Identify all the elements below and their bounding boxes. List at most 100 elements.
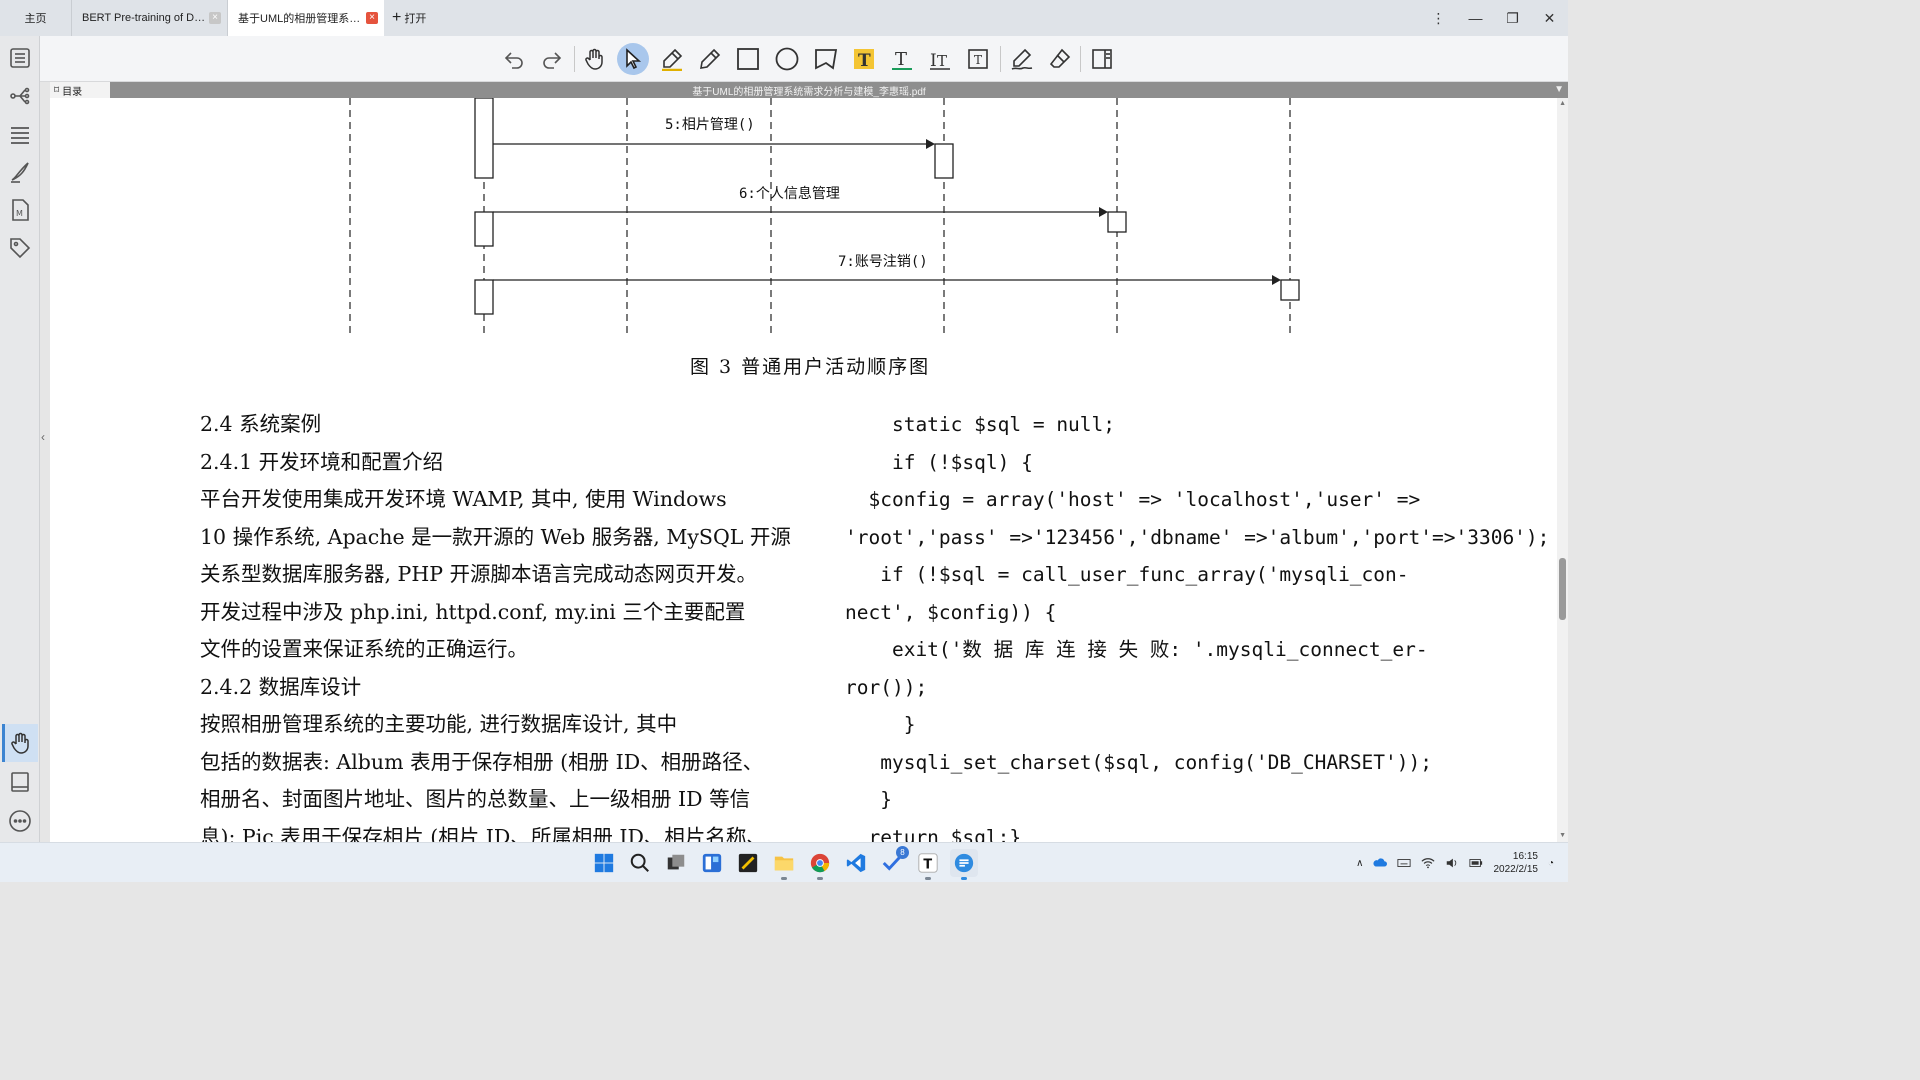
select-tool-icon[interactable]	[617, 43, 649, 75]
close-icon[interactable]: ×	[209, 12, 221, 24]
toc-button[interactable]: ⌑ 目录	[50, 82, 110, 98]
svg-text:T: T	[858, 51, 871, 71]
paragraph-line: 息); Pic 表用于保存相片 (相片 ID、所属相册 ID、相片名称、	[200, 824, 767, 843]
rectangle-icon[interactable]	[732, 43, 764, 75]
book-icon[interactable]	[8, 770, 32, 794]
outline-icon[interactable]	[8, 46, 32, 70]
close-icon[interactable]: ×	[366, 12, 378, 24]
code-line: static $sql = null;	[845, 413, 1116, 436]
more-icon[interactable]	[8, 809, 32, 833]
section-heading: 2.4 系统案例	[200, 412, 322, 436]
scroll-up-icon[interactable]: ▲	[1559, 100, 1566, 107]
toolbar-separator	[1080, 46, 1081, 72]
paragraph-line: 关系型数据库服务器, PHP 开源脚本语言完成动态网页开发。	[200, 562, 758, 586]
toolbar-separator	[574, 46, 575, 72]
running-indicator	[817, 877, 823, 880]
todo-icon[interactable]: 8	[878, 846, 909, 877]
close-window-icon[interactable]: ✕	[1531, 0, 1568, 36]
code-line: 'root','pass' =>'123456','dbname' =>'alb…	[845, 525, 1550, 549]
figure-caption: 图 3 普通用户活动顺序图	[690, 356, 931, 378]
paragraph-line: 10 操作系统, Apache 是一款开源的 Web 服务器, MySQL 开源	[200, 524, 791, 549]
message-label: 5:相片管理()	[665, 117, 755, 133]
tab-home-label: 主页	[24, 13, 47, 25]
toc-label: 目录	[62, 86, 83, 98]
onedrive-icon[interactable]	[1373, 856, 1388, 870]
text-strike-icon[interactable]: IT	[924, 43, 956, 75]
file-explorer-icon[interactable]	[770, 849, 798, 880]
text-underline-icon[interactable]: T	[886, 43, 918, 75]
hand-icon[interactable]	[8, 731, 32, 755]
left-sidebar: M	[0, 36, 40, 842]
mindmap-icon[interactable]	[8, 84, 32, 108]
search-icon[interactable]	[626, 849, 654, 877]
arrowhead	[1272, 275, 1281, 285]
signature-icon[interactable]	[1006, 43, 1038, 75]
document-header: 基于UML的相册管理系统需求分析与建模_李惠瑶.pdf ⌑ 目录 ▼	[50, 82, 1568, 98]
activation-bar	[934, 143, 954, 179]
textbox-icon[interactable]: T	[962, 43, 994, 75]
vertical-scrollbar[interactable]	[1557, 98, 1568, 842]
markdown-icon[interactable]: M	[8, 198, 32, 222]
panel-icon[interactable]	[1086, 43, 1118, 75]
tab-bert-paper[interactable]: BERT Pre-training of De... ×	[72, 0, 228, 36]
polygon-icon[interactable]	[810, 43, 842, 75]
pdf-reader-icon[interactable]	[950, 849, 978, 880]
chevron-down-icon[interactable]: ▼	[1554, 84, 1564, 95]
wifi-icon[interactable]	[1421, 856, 1435, 870]
running-indicator	[781, 877, 787, 880]
svg-text:T: T	[895, 49, 907, 70]
clock-time: 16:15	[1512, 851, 1538, 862]
clock-date: 2022/2/15	[1493, 864, 1538, 875]
scrollbar-thumb[interactable]	[1559, 558, 1566, 620]
windows-start-icon[interactable]	[590, 849, 618, 877]
minimize-icon[interactable]: —	[1457, 0, 1494, 36]
pencil-icon[interactable]	[694, 43, 726, 75]
restore-icon[interactable]: ❐	[1494, 0, 1531, 36]
ellipse-icon[interactable]	[771, 43, 803, 75]
notification-icon[interactable]: ◔	[1548, 858, 1554, 869]
paragraph-line: 按照相册管理系统的主要功能, 进行数据库设计, 其中	[200, 712, 678, 736]
widgets-icon[interactable]	[698, 849, 726, 877]
keyboard-icon[interactable]	[1397, 856, 1412, 870]
code-column: static $sql = null; if (!$sql) { $config…	[845, 406, 1550, 842]
tab-uml-paper[interactable]: 基于UML的相册管理系统... ×	[228, 0, 384, 36]
sticky-notes-icon[interactable]	[734, 849, 762, 877]
code-line: ror());	[845, 675, 928, 699]
activation-bar	[474, 98, 494, 179]
hand-tool-icon[interactable]	[578, 43, 610, 75]
activation-bar	[474, 211, 494, 247]
chevron-up-icon[interactable]: ∧	[1356, 858, 1363, 869]
scroll-down-icon[interactable]: ▼	[1559, 832, 1566, 839]
tab-home[interactable]: 主页	[0, 0, 72, 36]
svg-text:I: I	[930, 51, 937, 71]
eraser-icon[interactable]	[1044, 43, 1076, 75]
list-icon[interactable]	[8, 122, 32, 146]
taskbar: 8 T ∧ 16:15 2022/2/15 ◔	[0, 842, 1568, 882]
highlighter-icon[interactable]	[656, 43, 688, 75]
undo-icon[interactable]	[498, 43, 530, 75]
subsection-heading: 2.4.2 数据库设计	[200, 674, 362, 699]
message-label: 7:账号注销()	[838, 254, 928, 270]
clock[interactable]: 16:15 2022/2/15	[1493, 850, 1538, 876]
volume-icon[interactable]	[1445, 856, 1459, 870]
typora-icon[interactable]: T	[914, 849, 942, 880]
collapse-panel-icon[interactable]: ‹	[41, 430, 45, 444]
tab-bar: 主页 BERT Pre-training of De... × 基于UML的相册…	[0, 0, 1568, 36]
open-button[interactable]: + 打开	[384, 0, 434, 36]
svg-text:T: T	[974, 53, 982, 67]
battery-icon[interactable]	[1469, 856, 1483, 870]
open-label: 打开	[404, 13, 427, 25]
system-tray: ∧ 16:15 2022/2/15 ◔	[1356, 843, 1554, 883]
tag-icon[interactable]	[8, 236, 32, 260]
gutter	[40, 82, 50, 842]
running-indicator	[925, 877, 931, 880]
menu-icon[interactable]: ⋮	[1420, 0, 1457, 36]
redo-icon[interactable]	[536, 43, 568, 75]
code-line: }	[845, 713, 916, 736]
activation-bar	[474, 279, 494, 315]
task-view-icon[interactable]	[662, 849, 690, 877]
chrome-icon[interactable]	[806, 849, 834, 880]
vscode-icon[interactable]	[842, 849, 870, 877]
text-highlight-icon[interactable]: T	[848, 43, 880, 75]
pen-icon[interactable]	[8, 160, 32, 184]
